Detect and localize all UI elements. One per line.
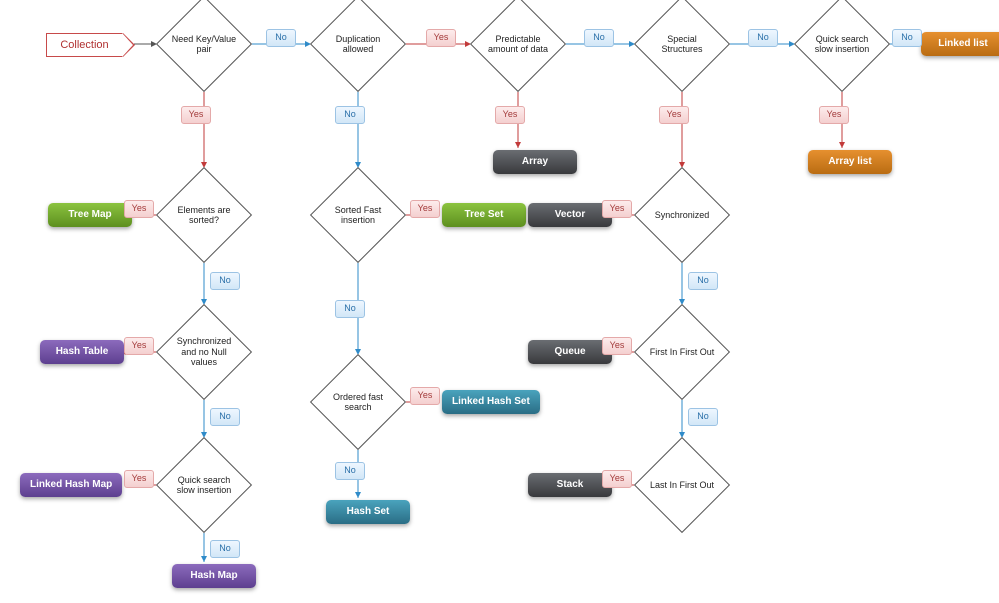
decision-fifo: First In First Out — [635, 305, 729, 399]
chip-yes: Yes — [602, 470, 632, 488]
decision-duplication: Duplication allowed — [311, 0, 405, 91]
terminal-hash-set: Hash Set — [326, 500, 410, 524]
decision-sorted: Elements are sorted? — [157, 168, 251, 262]
chip-yes: Yes — [426, 29, 456, 47]
decision-sync-null: Synchronized and no Null values — [157, 305, 251, 399]
chip-yes: Yes — [410, 387, 440, 405]
chip-no: No — [688, 408, 718, 426]
decision-key-value: Need Key/Value pair — [157, 0, 251, 91]
terminal-vector: Vector — [528, 203, 612, 227]
chip-yes: Yes — [659, 106, 689, 124]
chip-yes: Yes — [602, 200, 632, 218]
chip-no: No — [584, 29, 614, 47]
terminal-hash-map: Hash Map — [172, 564, 256, 588]
decision-synchronized: Synchronized — [635, 168, 729, 262]
chip-no: No — [688, 272, 718, 290]
decision-quick-search-2: Quick search slow insertion — [157, 438, 251, 532]
chip-no: No — [266, 29, 296, 47]
terminal-array-list: Array list — [808, 150, 892, 174]
chip-no: No — [748, 29, 778, 47]
chip-no: No — [210, 272, 240, 290]
chip-yes: Yes — [602, 337, 632, 355]
chip-yes: Yes — [124, 470, 154, 488]
chip-yes: Yes — [124, 200, 154, 218]
chip-no: No — [210, 540, 240, 558]
decision-predictable: Predictable amount of data — [471, 0, 565, 91]
chip-no: No — [335, 106, 365, 124]
decision-sorted-insert: Sorted Fast insertion — [311, 168, 405, 262]
chip-no: No — [210, 408, 240, 426]
chip-no: No — [335, 462, 365, 480]
terminal-linked-hash-set: Linked Hash Set — [442, 390, 540, 414]
chip-yes: Yes — [181, 106, 211, 124]
chip-yes: Yes — [124, 337, 154, 355]
chip-yes: Yes — [410, 200, 440, 218]
chip-no: No — [335, 300, 365, 318]
terminal-array: Array — [493, 150, 577, 174]
terminal-queue: Queue — [528, 340, 612, 364]
chip-yes: Yes — [495, 106, 525, 124]
decision-ordered: Ordered fast search — [311, 355, 405, 449]
flowchart-canvas: Collection Need Key/Value pair Duplicati… — [0, 0, 999, 603]
decision-special: Special Structures — [635, 0, 729, 91]
terminal-tree-map: Tree Map — [48, 203, 132, 227]
terminal-linked-hash-map: Linked Hash Map — [20, 473, 122, 497]
start-label: Collection — [60, 39, 108, 51]
chip-yes: Yes — [819, 106, 849, 124]
terminal-stack: Stack — [528, 473, 612, 497]
start-collection: Collection — [46, 33, 123, 57]
decision-lifo: Last In First Out — [635, 438, 729, 532]
terminal-hash-table: Hash Table — [40, 340, 124, 364]
chip-no: No — [892, 29, 922, 47]
terminal-tree-set: Tree Set — [442, 203, 526, 227]
terminal-linked-list: Linked list — [921, 32, 999, 56]
decision-quick-search-1: Quick search slow insertion — [795, 0, 889, 91]
